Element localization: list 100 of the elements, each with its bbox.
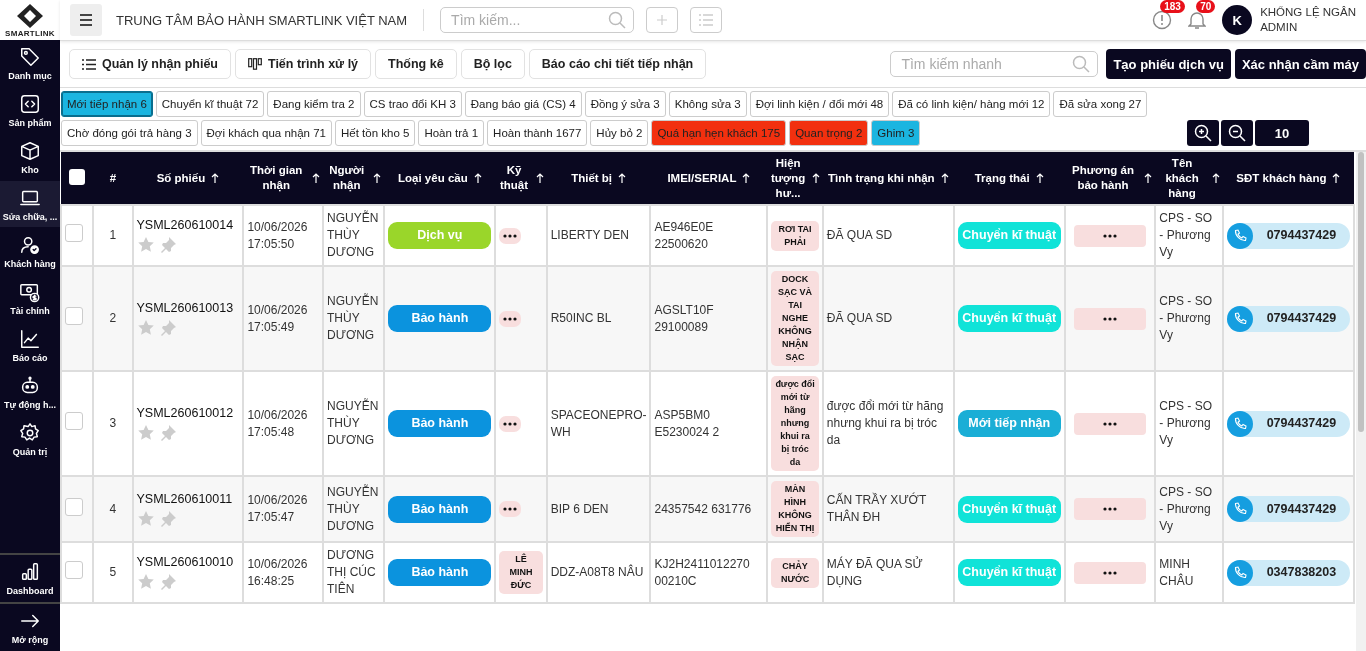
gear-icon [19,421,41,444]
filter-chip[interactable]: Hủy bỏ 2 [590,120,649,146]
filter-chip[interactable]: Đợi khách qua nhận 71 [200,120,332,146]
column-header[interactable]: Trạng thái [974,170,1030,186]
filter-chip[interactable]: Hết tồn kho 5 [335,120,416,146]
filter-chip[interactable]: Đang kiểm tra 2 [267,91,361,117]
star-icon[interactable] [136,509,155,528]
filter-chip[interactable]: Đang báo giá (CS) 4 [464,91,582,117]
phone-button[interactable]: 0794437429 [1226,496,1350,522]
row-number: 4 [93,476,133,542]
toolbar-tab[interactable]: Quản lý nhận phiếu [69,49,231,79]
symptom-tag: MÀN HÌNH KHÔNG HIỂN THỊ [771,481,819,537]
more-icon [1103,233,1117,238]
row-checkbox[interactable] [65,307,83,325]
more-icon [1103,421,1117,426]
toolbar-tab[interactable]: Tiến trình xử lý [235,49,372,79]
sort-arrow-icon[interactable] [535,173,544,183]
brand-name: SMARTLINK [5,28,55,38]
sort-arrow-icon[interactable] [1144,173,1153,183]
sort-arrow-icon[interactable] [473,173,482,183]
logo-icon [15,2,45,29]
quick-search-field[interactable]: Tìm kiếm nhanh [890,51,1099,77]
zoom-out-button[interactable] [1221,120,1253,146]
sort-arrow-icon[interactable] [1211,173,1220,183]
device-name: BIP 6 DEN [546,476,651,542]
select-all-checkbox[interactable] [69,169,86,185]
code-icon [19,92,41,115]
column-header[interactable]: IMEI/SERIAL [667,170,737,186]
toolbar-tab[interactable]: Bộ lọc [460,49,525,79]
row-checkbox[interactable] [65,412,83,430]
ticket-code[interactable]: YSML260610013 [136,300,240,317]
menu-button[interactable] [70,4,102,36]
filter-chip[interactable]: Ghim 3 [871,120,921,146]
more-button[interactable] [499,501,522,517]
sort-arrow-icon[interactable] [373,173,382,183]
row-checkbox[interactable] [65,497,83,516]
sort-arrow-icon[interactable] [811,173,820,183]
sort-arrow-icon[interactable] [742,173,751,183]
action-button[interactable]: Tạo phiếu dịch vụ [1106,49,1231,79]
filter-chip[interactable]: Mới tiếp nhận 6 [61,91,153,117]
box-icon [19,139,41,162]
more-button[interactable] [499,415,522,432]
sort-arrow-icon[interactable] [312,173,320,183]
zoom-out-icon [1228,124,1246,142]
toolbar-tab[interactable]: Báo cáo chi tiết tiếp nhận [528,49,707,79]
zoom-in-icon [1194,124,1212,142]
row-checkbox[interactable] [65,224,83,242]
filter-chip[interactable]: Hoàn thành 1677 [487,120,588,146]
filter-chip[interactable]: Chờ đóng gói trả hàng 3 [61,120,198,146]
phone-icon [1226,559,1253,586]
sort-arrow-icon[interactable] [1332,173,1341,183]
filter-chip[interactable]: Đã sửa xong 27 [1053,91,1148,117]
ticket-code[interactable]: YSML260610012 [136,405,240,422]
brand-logo[interactable]: SMARTLINK [0,0,60,40]
alert-icon[interactable] [1152,10,1173,30]
column-header[interactable]: Loại yêu cầu [398,170,468,186]
imei-serial: 24357542 631776 [650,476,768,542]
phone-button[interactable]: 0794437429 [1226,222,1350,249]
filter-chip[interactable]: Chuyển kĩ thuật 72 [155,91,265,117]
filter-chip[interactable]: Đã có linh kiện/ hàng mới 12 [892,91,1051,117]
bell-icon[interactable] [1188,10,1207,30]
filter-chip[interactable]: Không sửa 3 [668,91,747,117]
filter-chip[interactable]: Hoàn trả 1 [418,120,485,146]
search-icon [608,11,627,29]
phone-button[interactable]: 0794437429 [1226,410,1350,437]
filter-chip[interactable]: Quan trọng 2 [789,120,869,146]
row-checkbox[interactable] [65,561,83,579]
sort-arrow-icon[interactable] [618,173,627,183]
filter-chip[interactable]: Đồng ý sửa 3 [584,91,666,117]
column-header[interactable]: Thiết bị [571,170,613,186]
search-field[interactable]: Tìm kiếm... [440,7,635,33]
more-button[interactable] [499,227,522,244]
star-icon[interactable] [136,319,155,337]
filter-chip[interactable]: Đợi linh kiện / đổi mới 48 [749,91,890,117]
sort-arrow-icon[interactable] [1035,173,1044,183]
user-avatar[interactable]: K [1222,5,1253,35]
star-icon[interactable] [136,573,155,591]
received-time: 10/06/2026 16:48:25 [243,542,323,603]
status-badge: Chuyển kĩ thuật [957,222,1061,249]
more-button[interactable] [499,310,522,327]
page-size-field[interactable]: 10 [1255,120,1309,146]
column-header[interactable]: # [109,170,117,186]
sidebar-item[interactable]: Sửa chữa, ... [0,181,60,227]
phone-button[interactable]: 0794437429 [1226,305,1350,332]
zoom-in-button[interactable] [1187,120,1219,146]
phone-button[interactable]: 0347838203 [1226,559,1350,586]
phone-icon [1226,410,1253,437]
sort-arrow-icon[interactable] [940,173,949,183]
symptom-tag: RƠI TAI PHẢI [771,220,819,251]
star-icon[interactable] [136,424,155,442]
column-header[interactable]: Số phiếu [156,170,206,186]
sort-arrow-icon[interactable] [211,173,220,183]
star-icon[interactable] [136,236,155,254]
filter-chip[interactable]: CS trao đổi KH 3 [363,91,462,117]
phone-icon [1226,222,1253,249]
more-icon [1103,570,1117,575]
filter-chip[interactable]: Quá hạn hẹn khách 175 [651,120,787,146]
action-button[interactable]: Xác nhận cầm máy [1234,49,1366,79]
toolbar-tab[interactable]: Thống kê [375,49,457,79]
customer-name: MINH CHÂU [1155,542,1223,603]
